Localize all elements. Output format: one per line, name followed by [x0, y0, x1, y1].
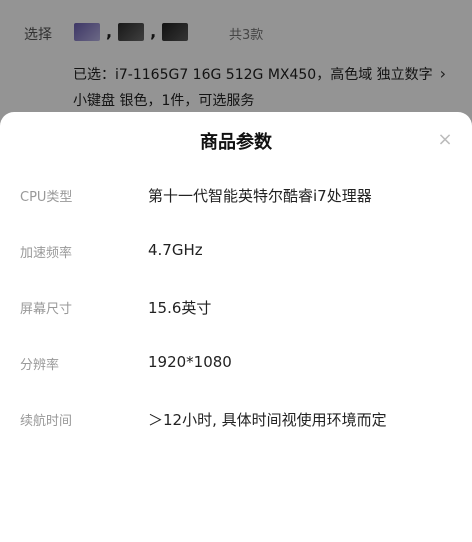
param-label: 分辨率	[20, 358, 60, 373]
param-value: 4.7GHz	[148, 241, 203, 259]
param-row-resolution: 分辨率 1920*1080	[0, 338, 472, 394]
param-row-cpu: CPU类型 第十一代智能英特尔酷睿i7处理器	[0, 170, 472, 226]
product-params-sheet: 商品参数 × CPU类型 第十一代智能英特尔酷睿i7处理器 加速频率 4.7GH…	[0, 112, 472, 542]
param-label: CPU类型	[20, 190, 73, 205]
param-value: ＞12小时, 具体时间视使用环境而定	[148, 411, 387, 429]
param-value: 15.6英寸	[148, 299, 212, 317]
param-row-battery: 续航时间 ＞12小时, 具体时间视使用环境而定	[0, 394, 472, 450]
close-icon[interactable]: ×	[436, 129, 454, 150]
param-value: 第十一代智能英特尔酷睿i7处理器	[148, 187, 372, 205]
param-row-boost-freq: 加速频率 4.7GHz	[0, 226, 472, 282]
param-label: 屏幕尺寸	[20, 302, 73, 317]
param-row-screen-size: 屏幕尺寸 15.6英寸	[0, 282, 472, 338]
param-label: 加速频率	[20, 246, 73, 261]
sheet-title: 商品参数	[200, 132, 272, 153]
params-list: CPU类型 第十一代智能英特尔酷睿i7处理器 加速频率 4.7GHz 屏幕尺寸 …	[0, 170, 472, 450]
param-label: 续航时间	[20, 414, 73, 429]
param-value: 1920*1080	[148, 353, 232, 371]
